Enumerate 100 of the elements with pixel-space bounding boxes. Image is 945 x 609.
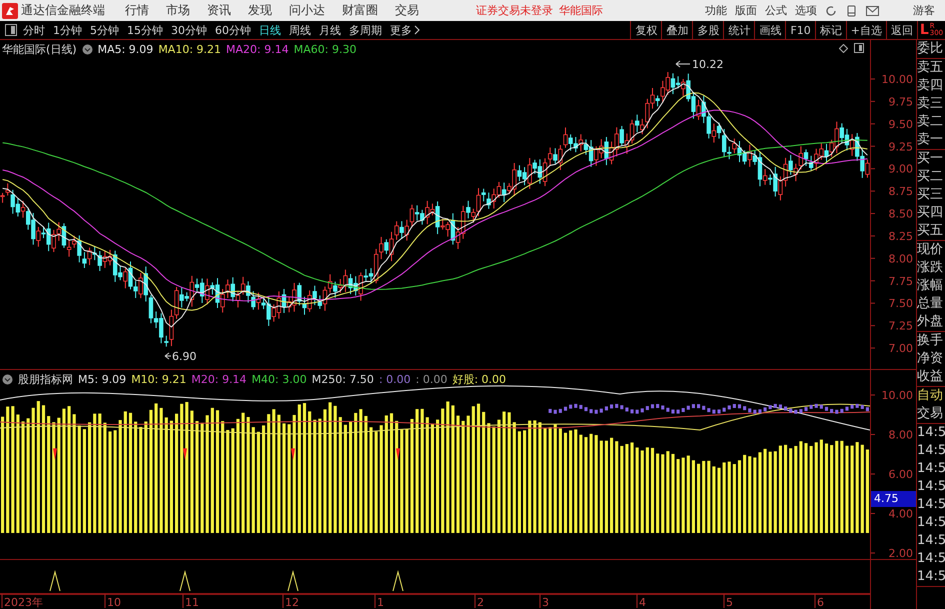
time-axis-label: 1 — [377, 596, 384, 609]
price-axis-label: 9.50 — [888, 118, 913, 131]
period-tab[interactable]: 1分钟 — [53, 22, 82, 38]
diamond-icon[interactable] — [839, 44, 848, 53]
indicator-value: M40: 3.00 — [252, 373, 307, 386]
time-axis-label: 6 — [817, 596, 824, 609]
cursor-value: 4.75 — [871, 490, 916, 507]
phone-icon[interactable] — [847, 4, 856, 16]
menu-item[interactable]: 版面 — [735, 3, 757, 18]
menu-item[interactable]: 选项 — [795, 3, 817, 18]
period-tab[interactable]: 分时 — [23, 22, 45, 38]
quote-label: 14:5 — [917, 550, 945, 568]
quote-label: 14:5 — [917, 478, 945, 496]
level-letter: L — [920, 22, 929, 38]
quote-label: 卖五 — [917, 59, 944, 77]
ma-value: MA60: 9.30 — [294, 43, 356, 56]
dropdown-icon[interactable] — [2, 374, 13, 385]
period-tab[interactable]: 5分钟 — [90, 22, 119, 38]
price-axis-label: 8.50 — [888, 208, 913, 221]
user-label[interactable]: 游客 — [913, 3, 935, 18]
quote-label: 14:5 — [917, 460, 945, 478]
quote-label: 涨跌 — [917, 259, 944, 277]
app-logo-icon — [2, 2, 18, 18]
price-axis-label: 9.75 — [888, 95, 913, 108]
toolbar-button[interactable]: 返回 — [886, 21, 917, 39]
quote-label: 买二 — [917, 168, 944, 186]
toolbar-button[interactable]: 画线 — [754, 21, 786, 39]
menu-item[interactable]: 交易 — [395, 2, 419, 19]
toolbar-button[interactable]: 复权 — [630, 21, 662, 39]
price-axis-label: 8.75 — [888, 185, 913, 198]
indicator-value: M250: 7.50 — [312, 373, 374, 386]
period-tab[interactable]: 多周期 — [349, 22, 382, 38]
chart-title: 华能国际(日线) — [2, 42, 77, 57]
quote-label: 外盘 — [917, 313, 944, 331]
menu-item[interactable]: 行情 — [125, 2, 149, 19]
time-axis-label: 2023年 — [4, 596, 43, 609]
period-tab[interactable]: 月线 — [319, 22, 341, 38]
quote-label: 收益 — [917, 368, 944, 386]
quote-label: 14:5 — [917, 424, 945, 442]
menu-item[interactable]: 公式 — [765, 3, 787, 18]
toolbar-button[interactable]: 多股 — [692, 21, 724, 39]
price-axis-label: 8.25 — [888, 230, 913, 243]
leader-line — [164, 352, 172, 360]
indicator-value: : 0.00 — [378, 373, 411, 386]
time-axis-label: 10 — [107, 596, 121, 609]
signal-arrow — [53, 448, 57, 460]
time-axis-label: 4 — [639, 596, 646, 609]
period-tab[interactable]: 日线 — [259, 22, 281, 38]
period-tab[interactable]: 更多 — [390, 22, 412, 38]
chevron-right-icon[interactable] — [414, 25, 420, 35]
menu-item[interactable]: 功能 — [705, 3, 727, 18]
indicator-axis-label: 2.00 — [888, 547, 913, 559]
quote-label: 卖四 — [917, 77, 944, 95]
quote-label: 卖一 — [917, 131, 944, 149]
high-price-label: 10.22 — [692, 58, 724, 71]
time-axis-label: 5 — [726, 596, 733, 609]
toolbar-button[interactable]: 统计 — [723, 21, 754, 39]
indicator-value: 好股: 0.00 — [452, 372, 506, 387]
toolbar-button[interactable]: F10 — [785, 21, 815, 39]
panel-toggle-icon[interactable] — [5, 24, 17, 36]
indicator-value: M20: 9.14 — [191, 373, 247, 386]
quote-label: 交易 — [917, 405, 944, 423]
status-text: 证券交易未登录 — [476, 3, 553, 18]
period-tab[interactable]: 30分钟 — [171, 22, 207, 38]
quote-label: 14:5 — [917, 532, 945, 550]
ma-value: MA10: 9.21 — [158, 43, 222, 56]
refresh-icon[interactable] — [825, 4, 837, 16]
quote-label: 卖三 — [917, 95, 944, 113]
time-axis-label: 12 — [285, 596, 299, 609]
panel-icon[interactable] — [854, 43, 864, 53]
toolbar-button[interactable]: 标记 — [814, 21, 846, 39]
signal-arrow — [396, 448, 400, 460]
period-tab[interactable]: 60分钟 — [215, 22, 251, 38]
toolbar-button[interactable]: +自选 — [846, 21, 886, 39]
menu-item[interactable]: 资讯 — [207, 2, 231, 19]
price-axis-label: 7.75 — [888, 274, 913, 288]
quote-label: 委比 — [917, 40, 944, 58]
price-axis-label: 7.25 — [888, 320, 913, 333]
dropdown-icon[interactable] — [82, 44, 93, 55]
toolbar-button[interactable]: 叠加 — [661, 21, 692, 39]
mail-icon[interactable] — [866, 6, 879, 16]
menu-item[interactable]: 财富圈 — [342, 2, 378, 19]
menu-item[interactable]: 市场 — [166, 2, 190, 19]
signal-arrow — [291, 448, 295, 460]
low-price-label: 6.90 — [172, 350, 196, 363]
quote-label: 自动 — [917, 387, 944, 405]
quote-label: 换手 — [917, 332, 944, 350]
price-axis-label: 8.00 — [888, 252, 913, 266]
indicator-value: M10: 9.21 — [131, 373, 186, 386]
quote-label: 总量 — [917, 295, 944, 313]
app-title: 通达信金融终端 — [21, 2, 105, 19]
quote-label: 14:5 — [917, 442, 945, 460]
indicator-axis-label: 10.00 — [882, 389, 913, 402]
quote-label: 买三 — [917, 186, 944, 204]
period-tab[interactable]: 15分钟 — [127, 22, 163, 38]
menu-item[interactable]: 问小达 — [289, 2, 325, 19]
ma-value: MA5: 9.09 — [98, 43, 154, 56]
time-axis-label: 2 — [477, 596, 484, 609]
menu-item[interactable]: 发现 — [248, 2, 272, 19]
period-tab[interactable]: 周线 — [289, 22, 311, 38]
